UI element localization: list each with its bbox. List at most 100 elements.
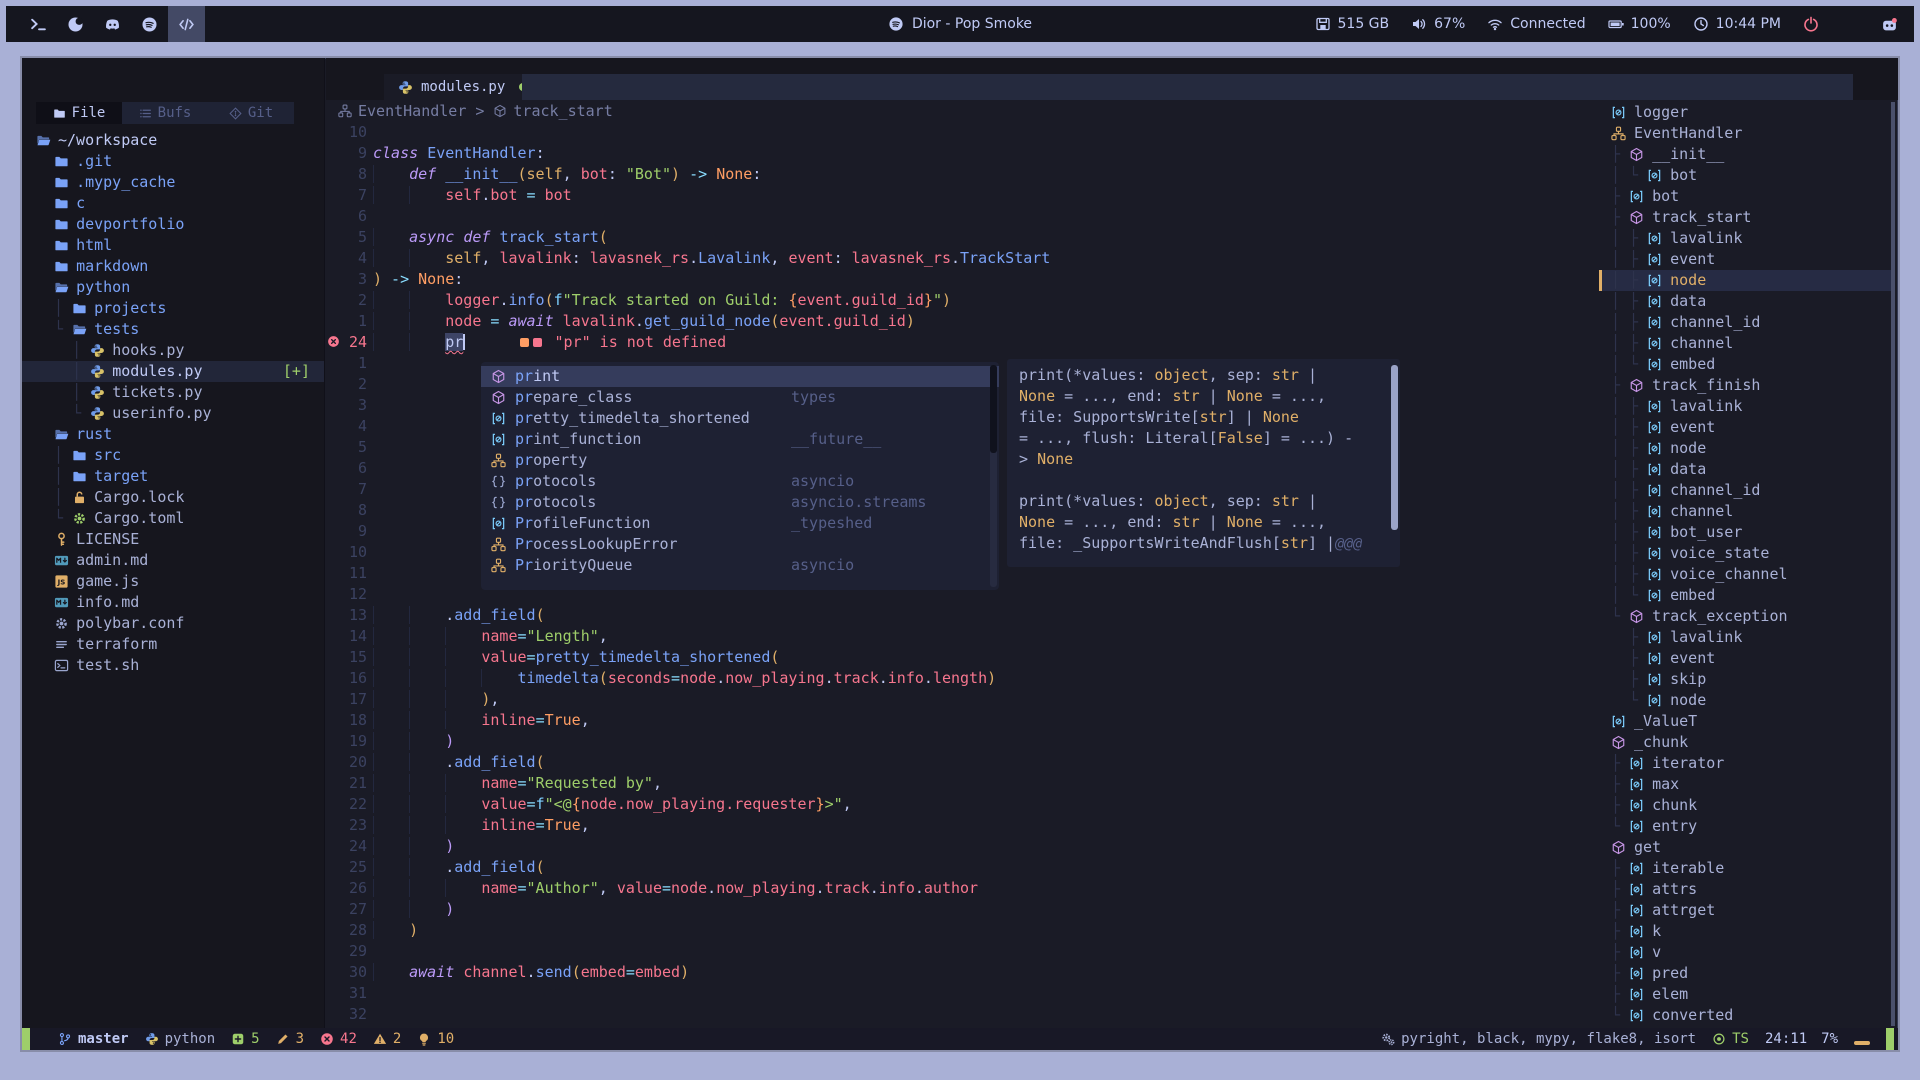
code-line[interactable]: 1 node = await lavalink.get_guild_node(e… xyxy=(326,311,1598,332)
workspace-spotify-icon[interactable] xyxy=(131,6,168,42)
outline-item-bot[interactable]: │ └ bot xyxy=(1599,165,1891,186)
tree-item-tests[interactable]: └ tests xyxy=(22,319,324,340)
doc-scrollbar-thumb[interactable] xyxy=(1391,365,1398,530)
diagnostic-errors[interactable]: 42 xyxy=(320,1031,357,1047)
outline-item-event[interactable]: ├ event xyxy=(1599,648,1891,669)
workspace-code-icon[interactable] xyxy=(168,6,205,42)
code-line[interactable]: 24 ) xyxy=(326,836,1598,857)
tree-item-Cargo.lock[interactable]: │ Cargo.lock xyxy=(22,487,324,508)
outline-item-EventHandler[interactable]: EventHandler xyxy=(1599,123,1891,144)
code-line[interactable]: 28 ) xyxy=(326,920,1598,941)
outline-item-logger[interactable]: logger xyxy=(1599,102,1891,123)
code-line[interactable]: 31 xyxy=(326,983,1598,1004)
completion-item[interactable]: prepare_classtypes xyxy=(481,387,999,408)
outline-item-voice_channel[interactable]: │ ├ voice_channel xyxy=(1599,564,1891,585)
outline-item-lavalink[interactable]: ├ lavalink xyxy=(1599,627,1891,648)
outline-item-bot[interactable]: ├ bot xyxy=(1599,186,1891,207)
tree-item-.git[interactable]: .git xyxy=(22,151,324,172)
tree-item-target[interactable]: │ target xyxy=(22,466,324,487)
outline-item-get[interactable]: get xyxy=(1599,837,1891,858)
tree-item-~/workspace[interactable]: ~/workspace xyxy=(22,130,324,151)
outline-item-bot_user[interactable]: │ ├ bot_user xyxy=(1599,522,1891,543)
outline-item-track_exception[interactable]: └ track_exception xyxy=(1599,606,1891,627)
outline-item-node[interactable]: │ ├ node xyxy=(1599,270,1891,291)
status-power[interactable] xyxy=(1803,16,1819,32)
code-line[interactable]: 5 async def track_start( xyxy=(326,227,1598,248)
outline-item-iterable[interactable]: ├ iterable xyxy=(1599,858,1891,879)
outline-item-channel_id[interactable]: │ ├ channel_id xyxy=(1599,480,1891,501)
outline-item-channel[interactable]: │ ├ channel xyxy=(1599,333,1891,354)
code-line[interactable]: 18 inline=True, xyxy=(326,710,1598,731)
code-line[interactable]: 15 value=pretty_timedelta_shortened( xyxy=(326,647,1598,668)
code-line[interactable]: 8 def __init__(self, bot: "Bot") -> None… xyxy=(326,164,1598,185)
outline-item-skip[interactable]: ├ skip xyxy=(1599,669,1891,690)
tree-item-hooks.py[interactable]: │ hooks.py xyxy=(22,340,324,361)
code-line[interactable]: 6 xyxy=(326,206,1598,227)
tree-item-src[interactable]: │ src xyxy=(22,445,324,466)
tree-item-c[interactable]: c xyxy=(22,193,324,214)
code-line[interactable]: 21 name="Requested by", xyxy=(326,773,1598,794)
completion-item[interactable]: print_function__future__ xyxy=(481,429,999,450)
completion-item[interactable]: ProcessLookupError xyxy=(481,534,999,555)
code-line[interactable]: 19 ) xyxy=(326,731,1598,752)
outline-item-channel_id[interactable]: │ ├ channel_id xyxy=(1599,312,1891,333)
outline-item-iterator[interactable]: ├ iterator xyxy=(1599,753,1891,774)
outline-scrollbar[interactable] xyxy=(1891,102,1895,1026)
code-line[interactable]: 24 pr "pr" is not defined xyxy=(326,332,1598,353)
code-line[interactable]: 14 name="Length", xyxy=(326,626,1598,647)
outline-item-v[interactable]: ├ v xyxy=(1599,942,1891,963)
outline-item-entry[interactable]: └ entry xyxy=(1599,816,1891,837)
outline-item-attrget[interactable]: ├ attrget xyxy=(1599,900,1891,921)
code-line[interactable]: 10 xyxy=(326,122,1598,143)
completion-item[interactable]: property xyxy=(481,450,999,471)
code-line[interactable]: 23 inline=True, xyxy=(326,815,1598,836)
tree-item-test.sh[interactable]: test.sh xyxy=(22,655,324,676)
tree-item-rust[interactable]: rust xyxy=(22,424,324,445)
outline-item-converted[interactable]: └ converted xyxy=(1599,1005,1891,1026)
workspace-discord-icon[interactable] xyxy=(94,6,131,42)
workspace-moon-icon[interactable] xyxy=(57,6,94,42)
outline-item-lavalink[interactable]: │ ├ lavalink xyxy=(1599,228,1891,249)
code-line[interactable]: 17 ), xyxy=(326,689,1598,710)
system-tray[interactable] xyxy=(1881,16,1898,33)
outline-item-pred[interactable]: ├ pred xyxy=(1599,963,1891,984)
code-line[interactable]: 3) -> None: xyxy=(326,269,1598,290)
outline-item-track_finish[interactable]: ├ track_finish xyxy=(1599,375,1891,396)
tree-item-polybar.conf[interactable]: polybar.conf xyxy=(22,613,324,634)
outline-item-voice_state[interactable]: │ ├ voice_state xyxy=(1599,543,1891,564)
tree-item-game.js[interactable]: JSgame.js xyxy=(22,571,324,592)
explorer-tab-file[interactable]: File xyxy=(36,102,122,124)
code-line[interactable]: 20 .add_field( xyxy=(326,752,1598,773)
code-line[interactable]: 25 .add_field( xyxy=(326,857,1598,878)
tree-item-.mypy_cache[interactable]: .mypy_cache xyxy=(22,172,324,193)
outline-item-track_start[interactable]: ├ track_start xyxy=(1599,207,1891,228)
code-line[interactable]: 30 await channel.send(embed=embed) xyxy=(326,962,1598,983)
git-branch[interactable]: master xyxy=(58,1031,129,1047)
tree-item-html[interactable]: html xyxy=(22,235,324,256)
outline-item-embed[interactable]: │ └ embed xyxy=(1599,585,1891,606)
code-line[interactable]: 22 value=f"<@{node.now_playing.requester… xyxy=(326,794,1598,815)
tree-item-tickets.py[interactable]: │ tickets.py xyxy=(22,382,324,403)
outline-item-_chunk[interactable]: _chunk xyxy=(1599,732,1891,753)
tree-item-userinfo.py[interactable]: └ userinfo.py xyxy=(22,403,324,424)
tree-item-devportfolio[interactable]: devportfolio xyxy=(22,214,324,235)
diagnostic-hints[interactable]: 10 xyxy=(417,1031,454,1047)
completion-item[interactable]: ProfileFunction_typeshed xyxy=(481,513,999,534)
outline-item-event[interactable]: │ ├ event xyxy=(1599,249,1891,270)
breadcrumb-function[interactable]: track_start xyxy=(493,102,612,120)
outline-item-_ValueT[interactable]: _ValueT xyxy=(1599,711,1891,732)
code-line[interactable]: 29 xyxy=(326,941,1598,962)
tree-item-modules.py[interactable]: │ modules.py[+] xyxy=(22,361,324,382)
tree-item-LICENSE[interactable]: LICENSE xyxy=(22,529,324,550)
outline-item-event[interactable]: │ ├ event xyxy=(1599,417,1891,438)
tree-item-info.md[interactable]: info.md xyxy=(22,592,324,613)
workspace-terminal-icon[interactable] xyxy=(20,6,57,42)
outline-item-chunk[interactable]: ├ chunk xyxy=(1599,795,1891,816)
outline-item-channel[interactable]: │ ├ channel xyxy=(1599,501,1891,522)
code-line[interactable]: 9class EventHandler: xyxy=(326,143,1598,164)
tree-item-projects[interactable]: │ projects xyxy=(22,298,324,319)
outline-item-k[interactable]: ├ k xyxy=(1599,921,1891,942)
tree-item-admin.md[interactable]: admin.md xyxy=(22,550,324,571)
code-line[interactable]: 2 logger.info(f"Track started on Guild: … xyxy=(326,290,1598,311)
outline-item-node[interactable]: └ node xyxy=(1599,690,1891,711)
